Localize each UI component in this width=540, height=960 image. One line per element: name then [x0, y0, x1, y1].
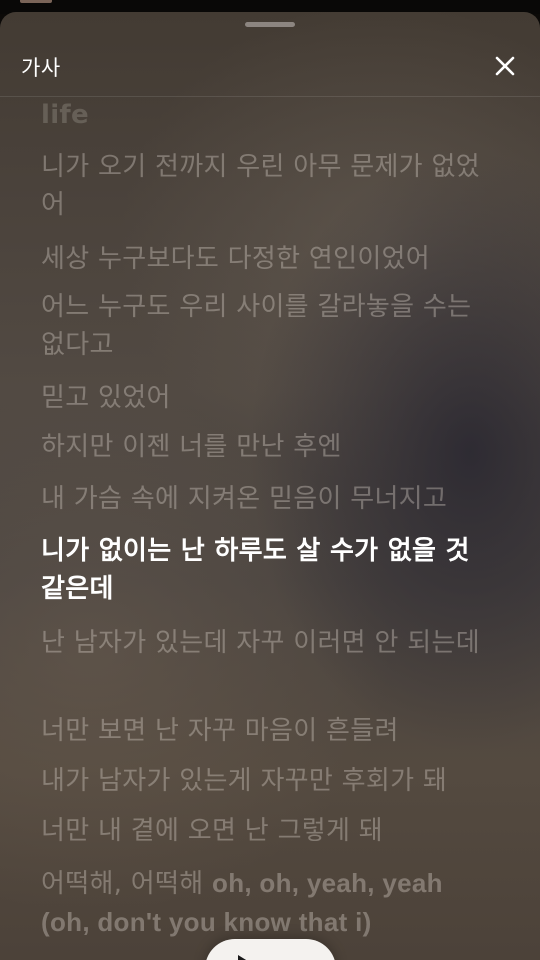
lyric-line[interactable]: 내가 남자가 있는게 자꾸만 후회가 돼	[41, 762, 481, 800]
lyric-line[interactable]: 세상 누구보다도 다정한 연인이었어	[41, 240, 481, 278]
lyrics-sheet: 가사 life 니가 오기 전까지 우린 아무 문제가 없었어 세상 누구보다도…	[0, 12, 540, 960]
lyric-line-korean-part: 어떡해, 어떡해	[41, 869, 213, 899]
lyric-line[interactable]: 믿고 있었어	[41, 379, 481, 417]
lyrics-header: 가사	[0, 42, 540, 97]
background-thumbnail	[20, 0, 52, 3]
sheet-grab-handle[interactable]	[245, 22, 295, 27]
close-button[interactable]	[487, 48, 523, 84]
close-icon	[495, 56, 515, 76]
lyric-line[interactable]: 내 가슴 속에 지켜온 믿음이 무너지고	[41, 480, 481, 518]
play-button[interactable]	[205, 939, 336, 960]
lyrics-list[interactable]: life 니가 오기 전까지 우린 아무 문제가 없었어 세상 누구보다도 다정…	[41, 98, 481, 960]
lyric-line[interactable]: 니가 오기 전까지 우린 아무 문제가 없었어	[41, 148, 481, 224]
lyric-line[interactable]: 하지만 이젠 너를 만난 후엔	[41, 428, 481, 466]
page-title: 가사	[21, 56, 61, 80]
lyric-line[interactable]: 난 남자가 있는데 자꾸 이러면 안 되는데	[41, 624, 481, 662]
lyric-line[interactable]: 어느 누구도 우리 사이를 갈라놓을 수는 없다고	[41, 288, 481, 364]
play-icon	[238, 955, 247, 960]
lyric-line[interactable]: 너만 보면 난 자꾸 마음이 흔들려	[41, 712, 481, 750]
lyric-line[interactable]: 너만 내 곁에 오면 난 그렇게 돼	[41, 812, 481, 850]
lyric-line[interactable]: life	[41, 98, 481, 134]
lyric-line-active[interactable]: 니가 없이는 난 하루도 살 수가 없을 것 같은데	[41, 532, 481, 608]
lyric-line-last[interactable]: 어떡해, 어떡해 oh, oh, yeah, yeah (oh, don't y…	[41, 864, 481, 942]
